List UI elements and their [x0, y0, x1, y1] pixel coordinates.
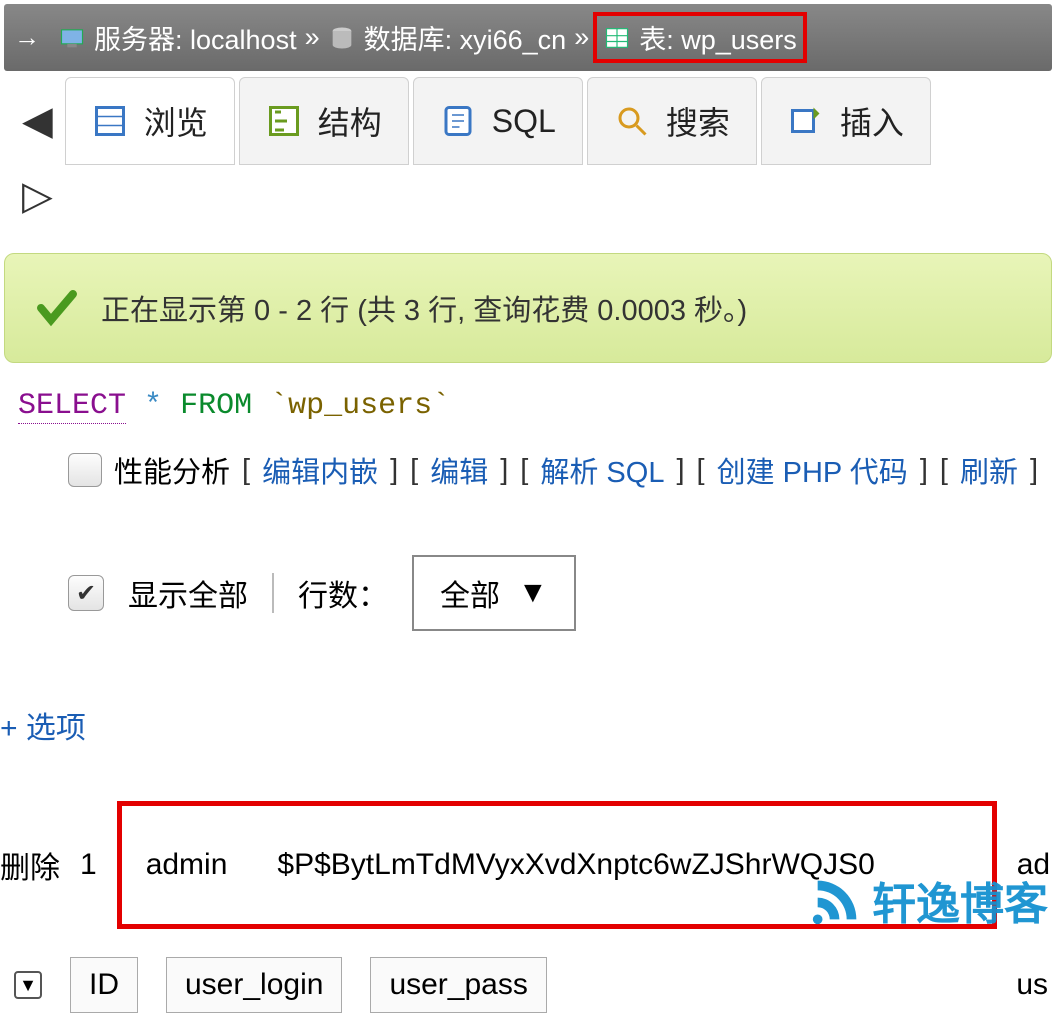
- tab-structure-label: 结构: [318, 98, 382, 144]
- sql-from: FROM: [180, 389, 252, 423]
- showall-label: 显示全部: [128, 571, 248, 615]
- divider: [272, 573, 274, 613]
- breadcrumb-server[interactable]: 服务器: localhost: [58, 18, 297, 57]
- tab-sql-label: SQL: [492, 103, 556, 140]
- options-link[interactable]: + 选项: [0, 703, 1056, 747]
- breadcrumb-database[interactable]: 数据库: xyi66_cn: [328, 18, 567, 57]
- sql-tablename: `wp_users`: [270, 389, 450, 423]
- tab-insert[interactable]: 插入: [761, 77, 931, 165]
- arrow-right-icon: →: [14, 22, 40, 53]
- breadcrumb-server-label: 服务器: localhost: [94, 18, 297, 57]
- tabs: 浏览 结构 SQL 搜索 插入: [65, 77, 931, 165]
- th-user-pass[interactable]: user_pass: [370, 957, 546, 1013]
- tab-browse[interactable]: 浏览: [65, 77, 235, 165]
- database-icon: [328, 24, 356, 52]
- row-user-pass: $P$BytLmTdMVyxXvdXnptc6wZJShrWQJS0: [277, 848, 874, 882]
- sql-star: *: [144, 389, 162, 423]
- check-icon: [33, 284, 81, 332]
- breadcrumb-database-label: 数据库: xyi66_cn: [364, 18, 567, 57]
- breadcrumb-table-label: 表: wp_users: [639, 18, 797, 57]
- rows-label: 行数：: [298, 571, 388, 615]
- row-user-login: admin: [146, 848, 228, 882]
- edit-inline-link[interactable]: 编辑内嵌: [262, 449, 378, 491]
- success-text: 正在显示第 0 - 2 行 (共 3 行, 查询花费 0.0003 秒。): [101, 287, 747, 329]
- tab-sql[interactable]: SQL: [413, 77, 583, 165]
- breadcrumb: → 服务器: localhost » 数据库: xyi66_cn » 表: wp…: [4, 4, 1052, 71]
- tab-search-label: 搜索: [666, 98, 730, 144]
- rows-select[interactable]: 全部 ▼: [412, 555, 576, 631]
- nav-prev-icon[interactable]: ◀: [0, 98, 65, 144]
- th-trailing: us: [1016, 968, 1048, 1002]
- showall-row: 显示全部 行数： 全部 ▼: [68, 555, 1056, 631]
- rss-icon: [808, 871, 866, 929]
- table-icon: [603, 24, 631, 52]
- create-php-link[interactable]: 创建 PHP 代码: [717, 449, 908, 491]
- insert-icon: [788, 103, 824, 139]
- row-actions-icon[interactable]: ▼: [14, 971, 42, 999]
- structure-icon: [266, 103, 302, 139]
- search-icon: [614, 103, 650, 139]
- explain-link[interactable]: 解析 SQL: [540, 449, 664, 491]
- rows-select-value: 全部: [440, 571, 500, 615]
- showall-checkbox[interactable]: [68, 575, 104, 611]
- tab-search[interactable]: 搜索: [587, 77, 757, 165]
- refresh-link[interactable]: 刷新: [960, 449, 1018, 491]
- breadcrumb-table[interactable]: 表: wp_users: [593, 12, 807, 63]
- chevron-down-icon: ▼: [518, 576, 548, 610]
- th-user-login[interactable]: user_login: [166, 957, 342, 1013]
- table-header: ▼ ID user_login user_pass us: [14, 957, 1056, 1013]
- tab-insert-label: 插入: [840, 98, 904, 144]
- breadcrumb-sep: »: [574, 22, 589, 53]
- sql-query: SELECT * FROM `wp_users`: [18, 389, 1038, 423]
- bracket: [: [242, 454, 250, 487]
- browse-icon: [92, 103, 128, 139]
- watermark: 轩逸博客: [808, 868, 1048, 932]
- server-icon: [58, 24, 86, 52]
- profiling-row: 性能分析 [编辑内嵌] [ 编辑 ] [ 解析 SQL ] [ 创建 PHP 代…: [68, 449, 1056, 491]
- nav-more[interactable]: ▷: [0, 165, 1056, 219]
- nav-row: ◀ 浏览 结构 SQL 搜索 插入: [0, 77, 1056, 165]
- tab-browse-label: 浏览: [144, 98, 208, 144]
- tab-structure[interactable]: 结构: [239, 77, 409, 165]
- th-id[interactable]: ID: [70, 957, 138, 1013]
- edit-link[interactable]: 编辑: [430, 449, 488, 491]
- profiling-label: 性能分析: [114, 449, 230, 491]
- row-id: 1: [80, 848, 97, 882]
- breadcrumb-sep: »: [305, 22, 320, 53]
- watermark-text: 轩逸博客: [872, 868, 1048, 932]
- profiling-checkbox[interactable]: [68, 453, 102, 487]
- sql-icon: [440, 103, 476, 139]
- success-message: 正在显示第 0 - 2 行 (共 3 行, 查询花费 0.0003 秒。): [4, 253, 1052, 363]
- delete-link[interactable]: 删除: [0, 843, 60, 887]
- sql-select: SELECT: [18, 389, 126, 424]
